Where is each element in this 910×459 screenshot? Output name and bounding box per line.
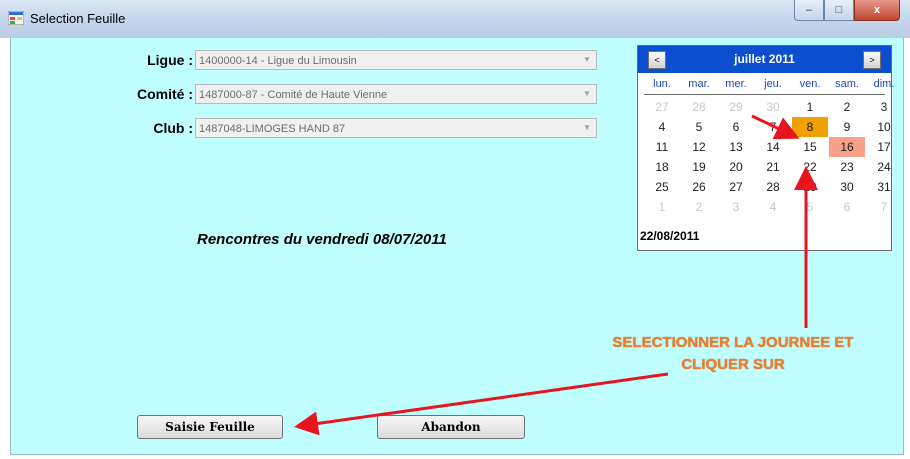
ligue-label: Ligue : <box>147 52 193 68</box>
calendar-day[interactable]: 27 <box>718 177 754 197</box>
calendar-day[interactable]: 2 <box>829 97 865 117</box>
calendar-day[interactable]: 30 <box>755 97 791 117</box>
window-title: Selection Feuille <box>30 11 126 26</box>
dow-label: dim. <box>873 78 895 90</box>
calendar-day[interactable]: 14 <box>755 137 791 157</box>
dow-label: mer. <box>725 78 747 90</box>
window-controls: – □ x <box>794 0 900 26</box>
minimize-button[interactable]: – <box>794 0 824 21</box>
comite-value: 1487000-87 - Comité de Haute Vienne <box>199 89 388 101</box>
month-calendar[interactable]: juillet 2011 < > lun. mar. mer. jeu. ven. sam… <box>637 45 894 251</box>
calendar-day[interactable]: 24 <box>866 157 902 177</box>
calendar-day[interactable]: 23 <box>829 157 865 177</box>
rencontres-date-label: Rencontres du vendredi 08/07/2011 <box>197 231 447 248</box>
title-bar[interactable]: Selection Feuille – □ x <box>0 0 910 38</box>
calendar-day[interactable]: 7 <box>755 117 791 137</box>
calendar-day[interactable]: 6 <box>829 197 865 217</box>
calendar-day[interactable]: 18 <box>644 157 680 177</box>
chevron-right-icon: > <box>869 55 875 65</box>
calendar-day[interactable]: 29 <box>792 177 828 197</box>
close-button[interactable]: x <box>854 0 900 21</box>
club-dropdown[interactable]: 1487048-LIMOGES HAND 87 ▼ <box>195 118 597 138</box>
instruction-line-2: CLIQUER SUR <box>681 356 785 373</box>
calendar-day[interactable]: 22 <box>792 157 828 177</box>
calendar-day[interactable]: 11 <box>644 137 680 157</box>
calendar-day[interactable]: 28 <box>681 97 717 117</box>
calendar-divider <box>644 94 885 95</box>
dow-label: ven. <box>799 78 821 90</box>
calendar-today-footer[interactable]: 22/08/2011 <box>640 229 699 243</box>
calendar-day-selected[interactable]: 8 <box>792 115 828 137</box>
club-label: Club : <box>153 120 193 136</box>
comite-dropdown[interactable]: 1487000-87 - Comité de Haute Vienne ▼ <box>195 84 597 104</box>
calendar-day[interactable]: 4 <box>755 197 791 217</box>
instruction-annotation: SELECTIONNER LA JOURNEE ET CLIQUER SUR <box>578 332 888 376</box>
ligue-value: 1400000-14 - Ligue du Limousin <box>199 55 357 67</box>
calendar-day[interactable]: 12 <box>681 137 717 157</box>
calendar-day[interactable]: 15 <box>792 137 828 157</box>
calendar-day[interactable]: 29 <box>718 97 754 117</box>
calendar-day[interactable]: 7 <box>866 197 902 217</box>
calendar-day[interactable]: 1 <box>644 197 680 217</box>
next-month-button[interactable]: > <box>863 51 881 69</box>
calendar-day-today[interactable]: 16 <box>829 137 865 157</box>
calendar-day[interactable]: 3 <box>718 197 754 217</box>
calendar-day[interactable]: 26 <box>681 177 717 197</box>
calendar-day[interactable]: 2 <box>681 197 717 217</box>
chevron-down-icon: ▼ <box>583 55 591 64</box>
calendar-day[interactable]: 25 <box>644 177 680 197</box>
calendar-day[interactable]: 13 <box>718 137 754 157</box>
calendar-day[interactable]: 20 <box>718 157 754 177</box>
calendar-day[interactable]: 6 <box>718 117 754 137</box>
dow-label: mar. <box>688 78 710 90</box>
calendar-header: juillet 2011 < > <box>638 46 891 73</box>
minimize-icon: – <box>805 4 813 16</box>
calendar-day[interactable]: 30 <box>829 177 865 197</box>
chevron-down-icon: ▼ <box>583 123 591 132</box>
calendar-day[interactable]: 27 <box>644 97 680 117</box>
dow-label: sam. <box>835 78 859 90</box>
calendar-day[interactable]: 5 <box>681 117 717 137</box>
calendar-day[interactable]: 1 <box>792 97 828 117</box>
comite-label: Comité : <box>137 86 193 102</box>
form-client-area: Ligue : 1400000-14 - Ligue du Limousin ▼… <box>10 38 904 455</box>
dow-label: jeu. <box>764 78 782 90</box>
calendar-day[interactable]: 9 <box>829 117 865 137</box>
club-value: 1487048-LIMOGES HAND 87 <box>199 123 346 135</box>
prev-month-button[interactable]: < <box>648 51 666 69</box>
calendar-day[interactable]: 17 <box>866 137 902 157</box>
maximize-button[interactable]: □ <box>824 0 854 21</box>
selection-feuille-window: Selection Feuille – □ x Ligue : 1400000-… <box>0 0 910 459</box>
chevron-down-icon: ▼ <box>583 89 591 98</box>
instruction-line-1: SELECTIONNER LA JOURNEE ET <box>612 334 854 351</box>
calendar-day[interactable]: 4 <box>644 117 680 137</box>
calendar-day[interactable]: 3 <box>866 97 902 117</box>
chevron-left-icon: < <box>654 55 660 65</box>
calendar-day[interactable]: 31 <box>866 177 902 197</box>
calendar-month-title[interactable]: juillet 2011 <box>638 46 891 73</box>
saisie-feuille-button[interactable]: Saisie Feuille <box>137 415 283 439</box>
calendar-day[interactable]: 21 <box>755 157 791 177</box>
abandon-button[interactable]: Abandon <box>377 415 525 439</box>
calendar-day[interactable]: 28 <box>755 177 791 197</box>
maximize-icon: □ <box>835 4 843 16</box>
form-app-icon <box>8 11 24 25</box>
calendar-day[interactable]: 10 <box>866 117 902 137</box>
calendar-day[interactable]: 19 <box>681 157 717 177</box>
calendar-day[interactable]: 5 <box>792 197 828 217</box>
ligue-dropdown[interactable]: 1400000-14 - Ligue du Limousin ▼ <box>195 50 597 70</box>
dow-label: lun. <box>653 78 671 90</box>
close-icon: x <box>873 4 881 16</box>
